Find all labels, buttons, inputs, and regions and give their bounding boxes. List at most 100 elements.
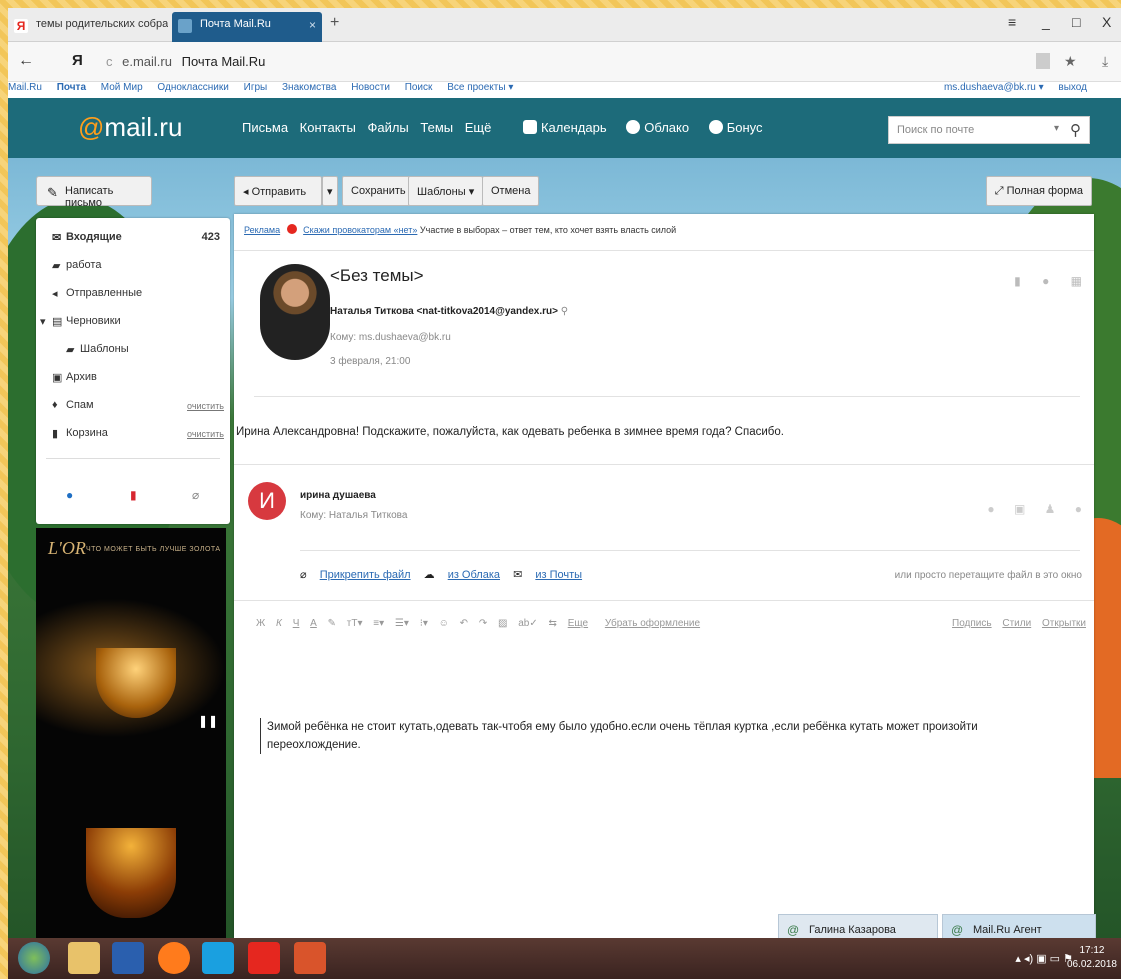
unread-filter-icon[interactable]: ● — [66, 488, 73, 502]
nav-themes[interactable]: Темы — [420, 120, 453, 135]
nav-contacts[interactable]: Контакты — [300, 120, 356, 135]
more-format-link[interactable]: Еще — [568, 618, 588, 629]
send-button[interactable]: ◂ Отправить — [234, 176, 322, 206]
portal-link[interactable]: Mail.Ru — [8, 82, 42, 93]
undo-icon[interactable]: ↶ — [460, 618, 468, 629]
portal-link[interactable]: Все проекты ▾ — [447, 82, 513, 93]
mailru-logo[interactable]: @mail.ru — [78, 112, 182, 143]
emoji-icon[interactable]: ☺ — [439, 618, 449, 629]
folder-inbox[interactable]: ✉ Входящие 423 — [36, 224, 230, 252]
calendar-icon[interactable]: ▦ — [1071, 274, 1082, 288]
templates-button[interactable]: Шаблоны ▾ — [408, 176, 484, 206]
search-icon[interactable]: ⚲ — [1070, 121, 1081, 139]
folder-sent[interactable]: ◂ Отправленные — [36, 280, 230, 308]
save-button[interactable]: Сохранить — [342, 176, 415, 206]
start-button-icon[interactable] — [18, 942, 50, 974]
attach-file-link[interactable]: ⌀ Прикрепить файл — [300, 569, 411, 581]
unread-dot-icon[interactable]: ● — [1042, 274, 1049, 288]
explorer-icon[interactable] — [68, 942, 100, 974]
indent-icon[interactable]: ☰▾ — [395, 618, 409, 629]
folder-drafts[interactable]: ▾ ▤ Черновики — [36, 308, 230, 336]
clean-spam-link[interactable]: очистить — [187, 401, 224, 411]
search-icon[interactable]: ⚲ — [561, 306, 568, 317]
cards-link[interactable]: Открытки — [1042, 618, 1086, 629]
nav-files[interactable]: Файлы — [367, 120, 408, 135]
flagged-filter-icon[interactable]: ▮ — [130, 488, 137, 502]
folder-archive[interactable]: ▣ Архив — [36, 364, 230, 392]
clock[interactable]: 17:12 06.02.2018 — [1067, 944, 1117, 972]
volume-icon[interactable]: ◂) — [1024, 953, 1033, 965]
tray-arrow-icon[interactable]: ▴ — [1015, 953, 1021, 965]
info-icon[interactable]: ● — [987, 502, 994, 516]
redo-icon[interactable]: ↷ — [479, 618, 487, 629]
nav-calendar[interactable]: Календарь — [522, 120, 615, 135]
close-window-button[interactable]: X — [1102, 14, 1111, 30]
italic-icon[interactable]: К — [276, 618, 282, 629]
from-cloud-link[interactable]: ☁ из Облака — [424, 569, 500, 581]
download-icon[interactable]: ⤓ — [1102, 53, 1108, 70]
portal-link[interactable]: Игры — [244, 82, 268, 93]
bookmark-icon[interactable]: ▮ — [1014, 274, 1021, 288]
portal-link[interactable]: Поиск — [405, 82, 433, 93]
portal-link[interactable]: Знакомства — [282, 82, 336, 93]
image-icon[interactable]: ▨ — [498, 618, 507, 629]
portal-link[interactable]: Одноклассники — [157, 82, 228, 93]
portal-link[interactable]: Новости — [351, 82, 390, 93]
maximize-button[interactable]: □ — [1072, 14, 1080, 30]
folder-trash[interactable]: ▮ Корзина очистить — [36, 420, 230, 448]
reply-textarea[interactable]: Зимой ребёнка не стоит кутать,одевать та… — [260, 718, 1060, 754]
full-form-button[interactable]: ⤢ Полная форма — [985, 176, 1092, 206]
skype-icon[interactable] — [202, 942, 234, 974]
menu-icon[interactable]: ≡ — [1008, 14, 1016, 30]
compose-button[interactable]: ✎ Написать письмо — [36, 176, 152, 209]
clock-icon[interactable]: ● — [1075, 502, 1082, 516]
user-email-menu[interactable]: ms.dushaeva@bk.ru ▾ — [944, 82, 1044, 93]
list-icon[interactable]: ⁝▾ — [420, 618, 428, 629]
nav-cloud[interactable]: Облако — [626, 120, 697, 135]
styles-link[interactable]: Стили — [1002, 618, 1031, 629]
url-field[interactable]: c e.mail.ru Почта Mail.Ru — [106, 54, 265, 69]
folder-templates[interactable]: ▰ Шаблоны — [36, 336, 230, 364]
attachment-filter-icon[interactable]: ⌀ — [192, 488, 199, 502]
ad-label[interactable]: Реклама — [244, 225, 280, 235]
portal-link[interactable]: Мой Мир — [101, 82, 143, 93]
reload-icon[interactable]: c — [106, 54, 113, 69]
yandex-logo-icon[interactable]: Я — [72, 52, 83, 69]
from-mail-link[interactable]: ✉ из Почты — [513, 569, 582, 581]
signature-link[interactable]: Подпись — [952, 618, 992, 629]
folder-spam[interactable]: ♦ Спам очистить — [36, 392, 230, 420]
tab-yandex[interactable]: Я темы родительских собра — [8, 12, 168, 42]
cancel-button[interactable]: Отмена — [482, 176, 540, 206]
nav-more[interactable]: Ещё — [465, 120, 492, 135]
nav-letters[interactable]: Письма — [242, 120, 288, 135]
ad-link[interactable]: Скажи провокаторам «нет» — [303, 225, 417, 235]
network-icon[interactable]: ▭ — [1050, 953, 1060, 965]
reply-to[interactable]: Кому: Наталья Титкова — [300, 510, 407, 521]
spellcheck-icon[interactable]: ab✓ — [518, 618, 538, 629]
envelope-icon[interactable]: ▣ — [1014, 502, 1025, 516]
send-options-button[interactable]: ▾ — [322, 176, 338, 206]
underline-icon[interactable]: Ч — [293, 618, 300, 629]
search-dropdown-icon[interactable]: ▾ — [1054, 123, 1059, 134]
bell-icon[interactable]: ♟ — [1045, 502, 1056, 516]
new-tab-button[interactable]: + — [330, 14, 339, 32]
back-arrow-icon[interactable]: ← — [18, 52, 34, 70]
tab-mailru[interactable]: Почта Mail.Ru × — [172, 12, 322, 42]
clear-format-link[interactable]: Убрать оформление — [605, 618, 700, 629]
ad-banner[interactable]: L'OR ЧТО МОЖЕТ БЫТЬ ЛУЧШЕ ЗОЛОТА ❚❚ — [36, 528, 226, 938]
expand-icon[interactable]: ▾ — [40, 315, 46, 328]
nav-bonus[interactable]: Бонус — [708, 120, 771, 135]
language-icon[interactable]: ▣ — [1036, 953, 1046, 965]
text-color-icon[interactable]: A — [310, 618, 317, 629]
font-size-icon[interactable]: тT▾ — [347, 618, 363, 629]
search-input[interactable]: Поиск по почте ▾ ⚲ — [888, 116, 1090, 144]
folder-work[interactable]: ▰ работа — [36, 252, 230, 280]
bold-icon[interactable]: Ж — [256, 618, 265, 629]
bookmark-star-icon[interactable]: ★ — [1064, 53, 1077, 70]
firefox-icon[interactable] — [158, 942, 190, 974]
pause-icon[interactable]: ❚❚ — [198, 714, 218, 728]
minimize-button[interactable]: _ — [1042, 14, 1050, 30]
powerpoint-icon[interactable] — [294, 942, 326, 974]
clean-trash-link[interactable]: очистить — [187, 429, 224, 439]
translate-icon[interactable]: ⇆ — [549, 618, 557, 629]
